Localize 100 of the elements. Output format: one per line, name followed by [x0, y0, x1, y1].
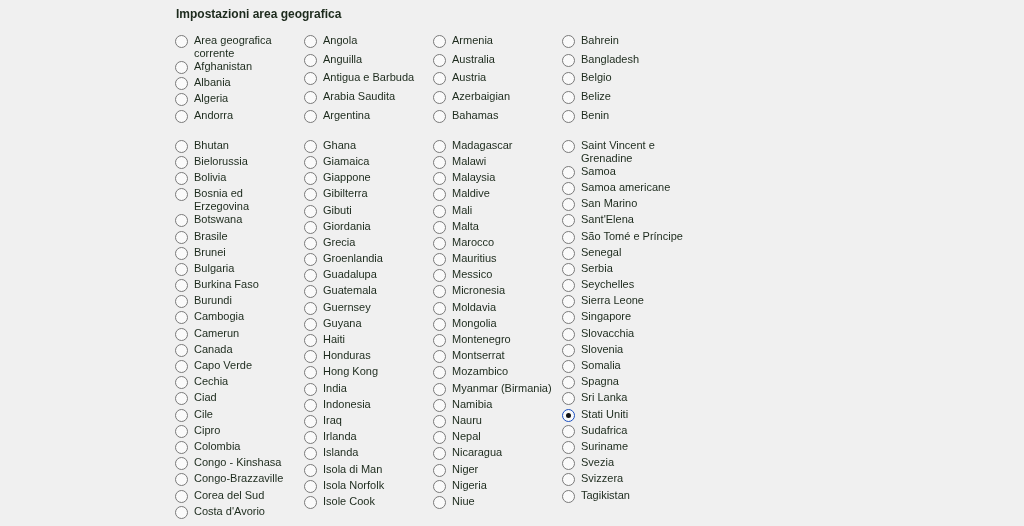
country-label[interactable]: Capo Verde: [194, 359, 298, 372]
country-label[interactable]: Sant'Elena: [581, 213, 685, 227]
country-label[interactable]: Iraq: [323, 413, 427, 427]
country-label[interactable]: Area geografica corrente: [194, 34, 298, 60]
country-label[interactable]: Bosnia ed Erzegovina: [194, 187, 298, 214]
radio-button[interactable]: [175, 139, 188, 153]
country-label[interactable]: Sudafrica: [581, 423, 685, 437]
radio-button[interactable]: [304, 236, 317, 250]
radio-button[interactable]: [562, 343, 575, 357]
country-label[interactable]: Stati Uniti: [581, 407, 685, 421]
country-label[interactable]: São Tomé e Príncipe: [581, 229, 685, 243]
radio-button[interactable]: [304, 382, 317, 396]
radio-button[interactable]: [175, 295, 188, 309]
radio-button[interactable]: [433, 72, 446, 86]
radio-button[interactable]: [304, 334, 317, 347]
radio-button[interactable]: [175, 489, 188, 503]
radio-button[interactable]: [175, 327, 188, 341]
radio-button[interactable]: [433, 109, 446, 123]
radio-button[interactable]: [304, 301, 317, 315]
country-label[interactable]: Sierra Leone: [581, 294, 685, 308]
radio-button[interactable]: [562, 440, 575, 454]
country-label[interactable]: Armenia: [452, 34, 556, 47]
country-label[interactable]: Antigua e Barbuda: [323, 71, 427, 85]
radio-button[interactable]: [175, 473, 188, 487]
radio-button[interactable]: [304, 155, 317, 169]
country-label[interactable]: Tagikistan: [581, 488, 685, 502]
radio-button[interactable]: [304, 253, 317, 267]
country-label[interactable]: Seychelles: [581, 278, 685, 292]
radio-button[interactable]: [304, 188, 317, 202]
country-label[interactable]: Messico: [452, 268, 556, 282]
radio-button[interactable]: [562, 246, 575, 260]
radio-button[interactable]: [304, 139, 317, 153]
radio-button[interactable]: [433, 463, 446, 477]
country-label[interactable]: Niger: [452, 462, 556, 476]
country-label[interactable]: Samoa: [581, 164, 685, 178]
radio-button[interactable]: [433, 479, 446, 493]
radio-button[interactable]: [562, 230, 575, 244]
country-label[interactable]: Albania: [194, 76, 298, 90]
country-label[interactable]: Gibuti: [323, 203, 427, 217]
country-label[interactable]: Cechia: [194, 375, 298, 389]
country-label[interactable]: Andorra: [194, 108, 298, 122]
country-label[interactable]: Brunei: [194, 245, 298, 259]
country-label[interactable]: Slovacchia: [581, 326, 685, 340]
country-label[interactable]: Costa d'Avorio: [194, 504, 298, 518]
country-label[interactable]: Mauritius: [452, 252, 556, 266]
radio-button[interactable]: [304, 350, 317, 364]
country-label[interactable]: Bulgaria: [194, 261, 298, 275]
radio-button[interactable]: [433, 301, 446, 315]
radio-button[interactable]: [562, 392, 575, 406]
country-label[interactable]: Maldive: [452, 187, 556, 201]
country-label[interactable]: Cile: [194, 407, 298, 421]
radio-button[interactable]: [175, 360, 188, 373]
radio-button[interactable]: [562, 90, 575, 104]
radio-button[interactable]: [433, 366, 446, 380]
country-label[interactable]: Honduras: [323, 349, 427, 363]
radio-button[interactable]: [175, 172, 188, 186]
radio-button[interactable]: [175, 392, 188, 406]
radio-button[interactable]: [562, 295, 575, 309]
country-label[interactable]: Giordania: [323, 219, 427, 233]
radio-button[interactable]: [175, 230, 188, 244]
country-label[interactable]: Bahamas: [452, 108, 556, 122]
country-label[interactable]: Samoa americane: [581, 180, 685, 194]
radio-button[interactable]: [433, 155, 446, 169]
country-label[interactable]: Malawi: [452, 154, 556, 168]
country-label[interactable]: Nepal: [452, 430, 556, 444]
country-label[interactable]: Malta: [452, 219, 556, 233]
radio-button[interactable]: [562, 327, 575, 341]
country-label[interactable]: Niue: [452, 494, 556, 508]
radio-button[interactable]: [433, 285, 446, 299]
radio-button[interactable]: [304, 109, 317, 123]
radio-button[interactable]: [175, 188, 188, 202]
country-label[interactable]: Belgio: [581, 71, 685, 85]
country-label[interactable]: Anguilla: [323, 52, 427, 66]
radio-button[interactable]: [304, 269, 317, 283]
country-label[interactable]: Guatemala: [323, 284, 427, 298]
country-label[interactable]: Australia: [452, 52, 556, 66]
radio-button[interactable]: [304, 285, 317, 299]
country-label[interactable]: Malaysia: [452, 171, 556, 185]
radio-button[interactable]: [175, 93, 188, 107]
radio-button[interactable]: [433, 53, 446, 67]
country-label[interactable]: Suriname: [581, 439, 685, 453]
country-label[interactable]: Spagna: [581, 375, 685, 389]
country-label[interactable]: Bolivia: [194, 171, 298, 185]
country-label[interactable]: Austria: [452, 71, 556, 85]
country-label[interactable]: Serbia: [581, 261, 685, 275]
radio-button[interactable]: [304, 447, 317, 461]
radio-button[interactable]: [562, 376, 575, 390]
radio-button[interactable]: [433, 188, 446, 202]
country-label[interactable]: Algeria: [194, 92, 298, 106]
radio-button[interactable]: [433, 236, 446, 250]
country-label[interactable]: Burkina Faso: [194, 278, 298, 292]
country-label[interactable]: Canada: [194, 342, 298, 356]
country-label[interactable]: Arabia Saudita: [323, 89, 427, 103]
radio-button[interactable]: [175, 279, 188, 293]
radio-button[interactable]: [304, 431, 317, 445]
country-label[interactable]: Azerbaigian: [452, 89, 556, 103]
country-label[interactable]: Belize: [581, 89, 685, 103]
country-label[interactable]: Brasile: [194, 229, 298, 243]
radio-button[interactable]: [433, 447, 446, 461]
country-label[interactable]: Mali: [452, 203, 556, 217]
